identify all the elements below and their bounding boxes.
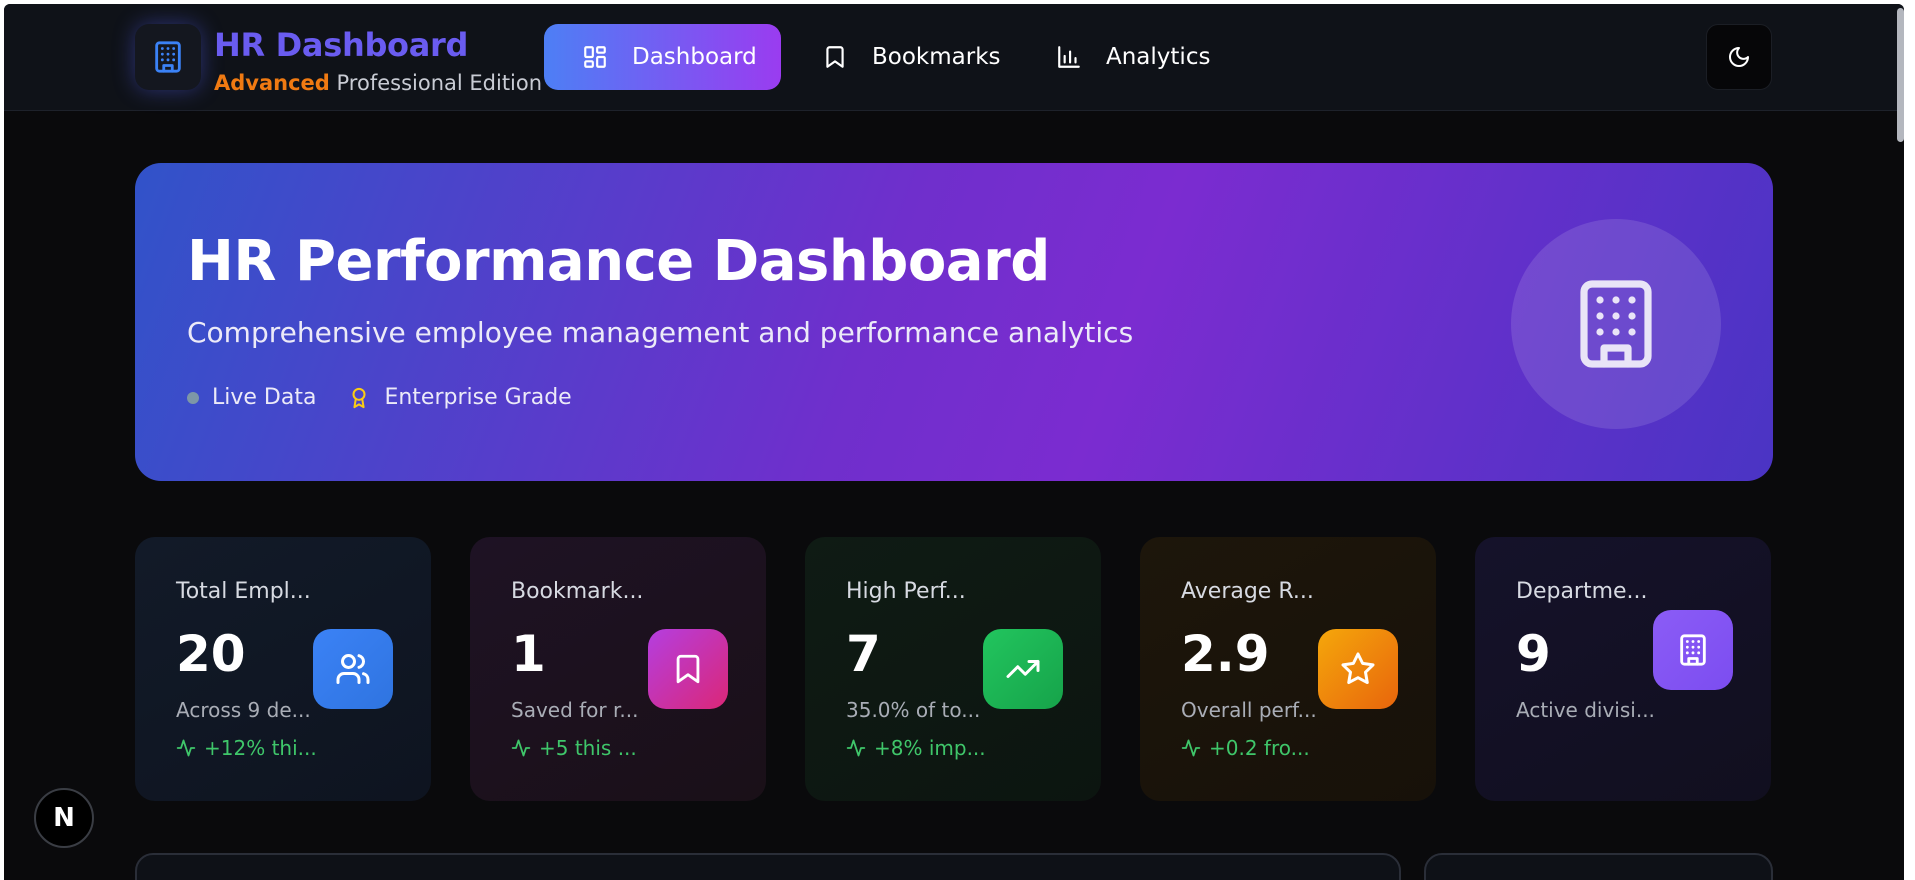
nav-analytics-label: Analytics bbox=[1106, 44, 1211, 70]
activity-icon bbox=[176, 739, 196, 757]
hero-building-badge bbox=[1511, 219, 1721, 429]
live-status-dot bbox=[187, 391, 199, 404]
content-panel-left bbox=[135, 853, 1401, 880]
stat-label: High Perf... bbox=[846, 579, 966, 604]
stat-trend: +8% imp... bbox=[846, 736, 986, 760]
stat-value: 20 bbox=[176, 625, 246, 683]
stat-value: 9 bbox=[1516, 625, 1551, 683]
app-window: HR Dashboard Advanced Professional Editi… bbox=[4, 4, 1904, 880]
stat-description: Overall perf... bbox=[1181, 698, 1317, 722]
stat-trend: +12% thi... bbox=[176, 736, 317, 760]
stat-trend-text: +0.2 fro... bbox=[1209, 736, 1310, 760]
stat-label: Average R... bbox=[1181, 579, 1314, 604]
nav-dashboard-label: Dashboard bbox=[632, 44, 757, 70]
bookmark-icon bbox=[676, 654, 700, 684]
dashboard-grid-icon bbox=[582, 44, 608, 70]
enterprise-grade-tag: Enterprise Grade bbox=[384, 385, 572, 410]
building-icon bbox=[1680, 634, 1706, 666]
activity-icon bbox=[1181, 739, 1201, 757]
brand-subtitle: Advanced Professional Edition bbox=[214, 71, 542, 95]
star-icon bbox=[1341, 652, 1375, 685]
nextjs-dev-indicator-button[interactable]: N bbox=[34, 788, 94, 848]
brand-subtitle-rest: Professional Edition bbox=[329, 71, 543, 95]
nav-bookmarks[interactable]: Bookmarks bbox=[822, 24, 1001, 90]
stat-card-total-employees[interactable]: Total Empl... 20 Across 9 de... +12% thi… bbox=[135, 537, 431, 801]
stat-trend-text: +8% imp... bbox=[874, 736, 986, 760]
stat-description: 35.0% of to... bbox=[846, 698, 981, 722]
live-data-tag: Live Data bbox=[212, 385, 317, 410]
hero-title: HR Performance Dashboard bbox=[187, 229, 1050, 294]
stat-icon-badge bbox=[983, 629, 1063, 709]
stat-label: Total Empl... bbox=[176, 579, 311, 604]
stat-card-high-performers[interactable]: High Perf... 7 35.0% of to... +8% imp... bbox=[805, 537, 1101, 801]
stat-trend-text: +12% thi... bbox=[204, 736, 317, 760]
logo[interactable] bbox=[135, 24, 201, 90]
stat-trend: +0.2 fro... bbox=[1181, 736, 1310, 760]
stat-card-departments[interactable]: Departme... 9 Active divisi... bbox=[1475, 537, 1771, 801]
hero-tags: Live Data Enterprise Grade bbox=[187, 385, 572, 410]
stat-value: 2.9 bbox=[1181, 625, 1270, 683]
activity-icon bbox=[511, 739, 531, 757]
stat-description: Saved for r... bbox=[511, 698, 639, 722]
stat-icon-badge bbox=[1653, 610, 1733, 690]
stat-label: Bookmark... bbox=[511, 579, 644, 604]
stat-description: Active divisi... bbox=[1516, 698, 1655, 722]
hero-banner: HR Performance Dashboard Comprehensive e… bbox=[135, 163, 1773, 481]
nav-bookmarks-label: Bookmarks bbox=[872, 44, 1001, 70]
activity-icon bbox=[846, 739, 866, 757]
stat-icon-badge bbox=[1318, 629, 1398, 709]
stat-icon-badge bbox=[313, 629, 393, 709]
building-icon bbox=[155, 41, 181, 73]
stat-value: 7 bbox=[846, 625, 881, 683]
trending-up-icon bbox=[1006, 660, 1040, 678]
moon-icon bbox=[1729, 47, 1749, 67]
nav-dashboard[interactable]: Dashboard bbox=[544, 24, 781, 90]
stat-icon-badge bbox=[648, 629, 728, 709]
stat-card-bookmarks[interactable]: Bookmark... 1 Saved for r... +5 this ... bbox=[470, 537, 766, 801]
bar-chart-icon bbox=[1056, 44, 1082, 70]
fab-label: N bbox=[53, 803, 75, 833]
brand-subtitle-accent: Advanced bbox=[214, 71, 330, 95]
stat-value: 1 bbox=[511, 625, 546, 683]
stat-trend-text: +5 this ... bbox=[539, 736, 637, 760]
nav-analytics[interactable]: Analytics bbox=[1056, 24, 1210, 90]
scrollbar-thumb[interactable] bbox=[1897, 8, 1904, 142]
top-navbar: HR Dashboard Advanced Professional Editi… bbox=[4, 4, 1904, 111]
award-icon bbox=[348, 386, 370, 410]
content-panel-right bbox=[1424, 853, 1773, 880]
brand-title: HR Dashboard bbox=[214, 26, 469, 64]
bookmark-icon bbox=[822, 44, 848, 70]
stat-label: Departme... bbox=[1516, 579, 1648, 604]
stat-card-average-rating[interactable]: Average R... 2.9 Overall perf... +0.2 fr… bbox=[1140, 537, 1436, 801]
users-icon bbox=[336, 654, 370, 684]
stat-description: Across 9 de... bbox=[176, 698, 311, 722]
building-icon bbox=[1580, 280, 1652, 368]
stat-trend: +5 this ... bbox=[511, 736, 637, 760]
theme-toggle-button[interactable] bbox=[1706, 24, 1772, 90]
hero-subtitle: Comprehensive employee management and pe… bbox=[187, 316, 1134, 349]
